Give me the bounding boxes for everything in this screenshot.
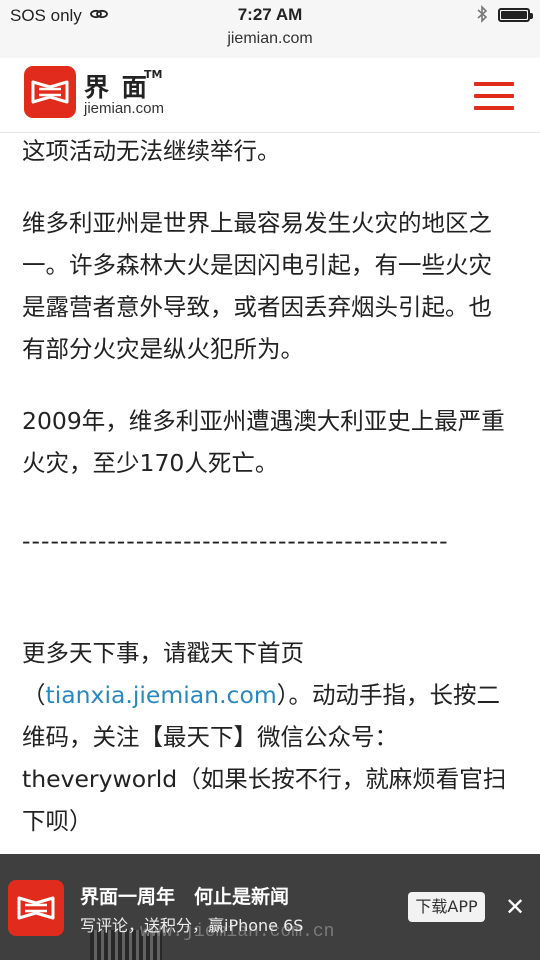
bluetooth-icon <box>476 5 488 27</box>
follow-intro: 更多天下事，请戳天下首页 <box>22 639 304 667</box>
article-paragraph-follow: 更多天下事，请戳天下首页 （tianxia.jiemian.com）。动动手指，长… <box>22 632 508 842</box>
hamburger-menu-button[interactable] <box>474 82 514 112</box>
menu-bar-icon <box>474 106 514 110</box>
download-app-button[interactable]: 下载APP <box>408 892 485 922</box>
tianxia-link[interactable]: tianxia.jiemian.com <box>46 681 277 709</box>
jiemian-logo-icon[interactable] <box>24 66 76 118</box>
status-bar: SOS only 7:27 AM jiemian.com <box>0 0 540 58</box>
menu-bar-icon <box>474 82 514 86</box>
link-open-paren: （ <box>22 681 46 709</box>
separator-dashes: ----------------------------------------… <box>22 527 449 555</box>
clock: 7:27 AM <box>237 5 303 24</box>
logo-wordmark[interactable]: 界 面 <box>84 68 149 104</box>
address-bar-url[interactable]: jiemian.com <box>0 30 540 48</box>
site-header: 界 面 TM jiemian.com <box>0 58 540 133</box>
battery-icon <box>498 8 533 22</box>
banner-title: 界面一周年 何止是新闻 <box>80 886 290 908</box>
menu-bar-icon <box>474 94 514 98</box>
app-promo-banner[interactable]: www.jiemian.com.cn 界面一周年 何止是新闻 写评论，送积分，赢… <box>0 854 540 960</box>
jiemian-app-icon <box>8 880 64 936</box>
article-paragraph: 维多利亚州是世界上最容易发生火灾的地区之一。许多森林大火是因闪电引起，有一些火灾… <box>22 209 492 363</box>
trademark-mark: TM <box>144 68 163 81</box>
close-icon[interactable]: ✕ <box>500 892 530 922</box>
banner-subtitle: 写评论，送积分，赢iPhone 6S <box>80 916 304 935</box>
article-paragraph: 2009年，维多利亚州遭遇澳大利亚史上最严重火灾，至少170人死亡。 <box>22 407 505 477</box>
logo-domain: jiemian.com <box>84 100 165 117</box>
article-paragraph: 这项活动无法继续举行。 <box>22 137 281 165</box>
